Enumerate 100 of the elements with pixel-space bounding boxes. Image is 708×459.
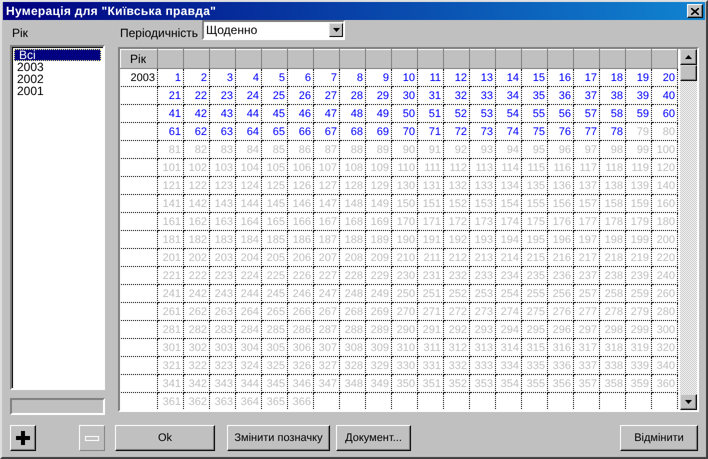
number-cell[interactable]: 79	[626, 122, 652, 140]
number-cell[interactable]: 4	[236, 68, 262, 86]
number-cell[interactable]: 18	[600, 68, 626, 86]
number-cell[interactable]: 171	[418, 212, 444, 230]
number-cell[interactable]: 279	[626, 302, 652, 320]
number-cell[interactable]: 127	[314, 176, 340, 194]
number-cell[interactable]: 275	[522, 302, 548, 320]
number-cell[interactable]: 266	[288, 302, 314, 320]
number-cell[interactable]: 334	[496, 356, 522, 374]
number-cell[interactable]: 69	[366, 122, 392, 140]
number-cell[interactable]: 340	[652, 356, 678, 374]
number-cell[interactable]: 166	[288, 212, 314, 230]
number-cell[interactable]: 320	[652, 338, 678, 356]
number-cell[interactable]: 283	[210, 320, 236, 338]
number-cell[interactable]: 309	[366, 338, 392, 356]
number-cell[interactable]: 191	[418, 230, 444, 248]
number-cell[interactable]: 333	[470, 356, 496, 374]
number-cell[interactable]: 106	[288, 158, 314, 176]
number-cell[interactable]: 7	[314, 68, 340, 86]
number-cell[interactable]: 136	[548, 176, 574, 194]
number-cell[interactable]: 194	[496, 230, 522, 248]
number-cell[interactable]: 174	[496, 212, 522, 230]
number-cell[interactable]: 110	[392, 158, 418, 176]
number-cell[interactable]: 223	[210, 266, 236, 284]
number-cell[interactable]: 341	[158, 374, 184, 392]
number-cell[interactable]: 190	[392, 230, 418, 248]
number-cell[interactable]: 195	[522, 230, 548, 248]
number-cell[interactable]: 59	[626, 104, 652, 122]
number-cell[interactable]: 131	[418, 176, 444, 194]
number-cell[interactable]: 216	[548, 248, 574, 266]
number-cell[interactable]: 107	[314, 158, 340, 176]
number-cell[interactable]: 58	[600, 104, 626, 122]
number-cell[interactable]: 23	[210, 86, 236, 104]
number-cell[interactable]: 154	[496, 194, 522, 212]
number-cell[interactable]: 167	[314, 212, 340, 230]
number-cell[interactable]: 256	[548, 284, 574, 302]
number-cell[interactable]: 219	[626, 248, 652, 266]
number-cell[interactable]: 120	[652, 158, 678, 176]
number-cell[interactable]: 92	[444, 140, 470, 158]
number-cell[interactable]: 22	[184, 86, 210, 104]
number-cell[interactable]: 215	[522, 248, 548, 266]
number-cell[interactable]: 228	[340, 266, 366, 284]
number-cell[interactable]: 114	[496, 158, 522, 176]
number-cell[interactable]: 193	[470, 230, 496, 248]
number-cell[interactable]: 54	[496, 104, 522, 122]
number-cell[interactable]: 94	[496, 140, 522, 158]
number-cell[interactable]: 8	[340, 68, 366, 86]
number-cell[interactable]: 253	[470, 284, 496, 302]
number-cell[interactable]: 62	[184, 122, 210, 140]
number-cell[interactable]: 261	[158, 302, 184, 320]
number-cell[interactable]: 70	[392, 122, 418, 140]
number-cell[interactable]: 86	[288, 140, 314, 158]
number-cell[interactable]: 292	[444, 320, 470, 338]
number-cell[interactable]: 102	[184, 158, 210, 176]
number-cell[interactable]: 280	[652, 302, 678, 320]
number-cell[interactable]: 172	[444, 212, 470, 230]
number-cell[interactable]: 342	[184, 374, 210, 392]
number-cell[interactable]: 274	[496, 302, 522, 320]
number-cell[interactable]: 88	[340, 140, 366, 158]
number-cell[interactable]: 235	[522, 266, 548, 284]
number-cell[interactable]: 263	[210, 302, 236, 320]
number-cell[interactable]: 246	[288, 284, 314, 302]
number-cell[interactable]: 183	[210, 230, 236, 248]
number-cell[interactable]: 159	[626, 194, 652, 212]
number-cell[interactable]: 213	[470, 248, 496, 266]
number-cell[interactable]: 158	[600, 194, 626, 212]
number-cell[interactable]: 207	[314, 248, 340, 266]
number-cell[interactable]: 348	[340, 374, 366, 392]
number-cell[interactable]: 287	[314, 320, 340, 338]
number-cell[interactable]: 162	[184, 212, 210, 230]
number-cell[interactable]: 234	[496, 266, 522, 284]
number-cell[interactable]: 201	[158, 248, 184, 266]
number-cell[interactable]: 40	[652, 86, 678, 104]
number-cell[interactable]: 46	[288, 104, 314, 122]
number-cell[interactable]: 337	[574, 356, 600, 374]
number-cell[interactable]: 13	[470, 68, 496, 86]
number-cell[interactable]: 9	[366, 68, 392, 86]
year-list-item[interactable]: 2001	[14, 85, 101, 97]
number-cell[interactable]: 29	[366, 86, 392, 104]
number-cell[interactable]: 56	[548, 104, 574, 122]
number-cell[interactable]: 132	[444, 176, 470, 194]
number-cell[interactable]: 289	[366, 320, 392, 338]
number-cell[interactable]: 227	[314, 266, 340, 284]
number-cell[interactable]: 84	[236, 140, 262, 158]
number-cell[interactable]: 108	[340, 158, 366, 176]
number-cell[interactable]: 45	[262, 104, 288, 122]
number-cell[interactable]: 2	[184, 68, 210, 86]
number-cell[interactable]: 204	[236, 248, 262, 266]
number-cell[interactable]: 218	[600, 248, 626, 266]
number-cell[interactable]: 245	[262, 284, 288, 302]
number-cell[interactable]: 10	[392, 68, 418, 86]
number-cell[interactable]: 345	[262, 374, 288, 392]
number-cell[interactable]: 130	[392, 176, 418, 194]
number-cell[interactable]: 200	[652, 230, 678, 248]
number-cell[interactable]: 148	[340, 194, 366, 212]
number-cell[interactable]: 33	[470, 86, 496, 104]
number-cell[interactable]: 109	[366, 158, 392, 176]
number-cell[interactable]: 224	[236, 266, 262, 284]
number-cell[interactable]: 239	[626, 266, 652, 284]
number-cell[interactable]: 206	[288, 248, 314, 266]
